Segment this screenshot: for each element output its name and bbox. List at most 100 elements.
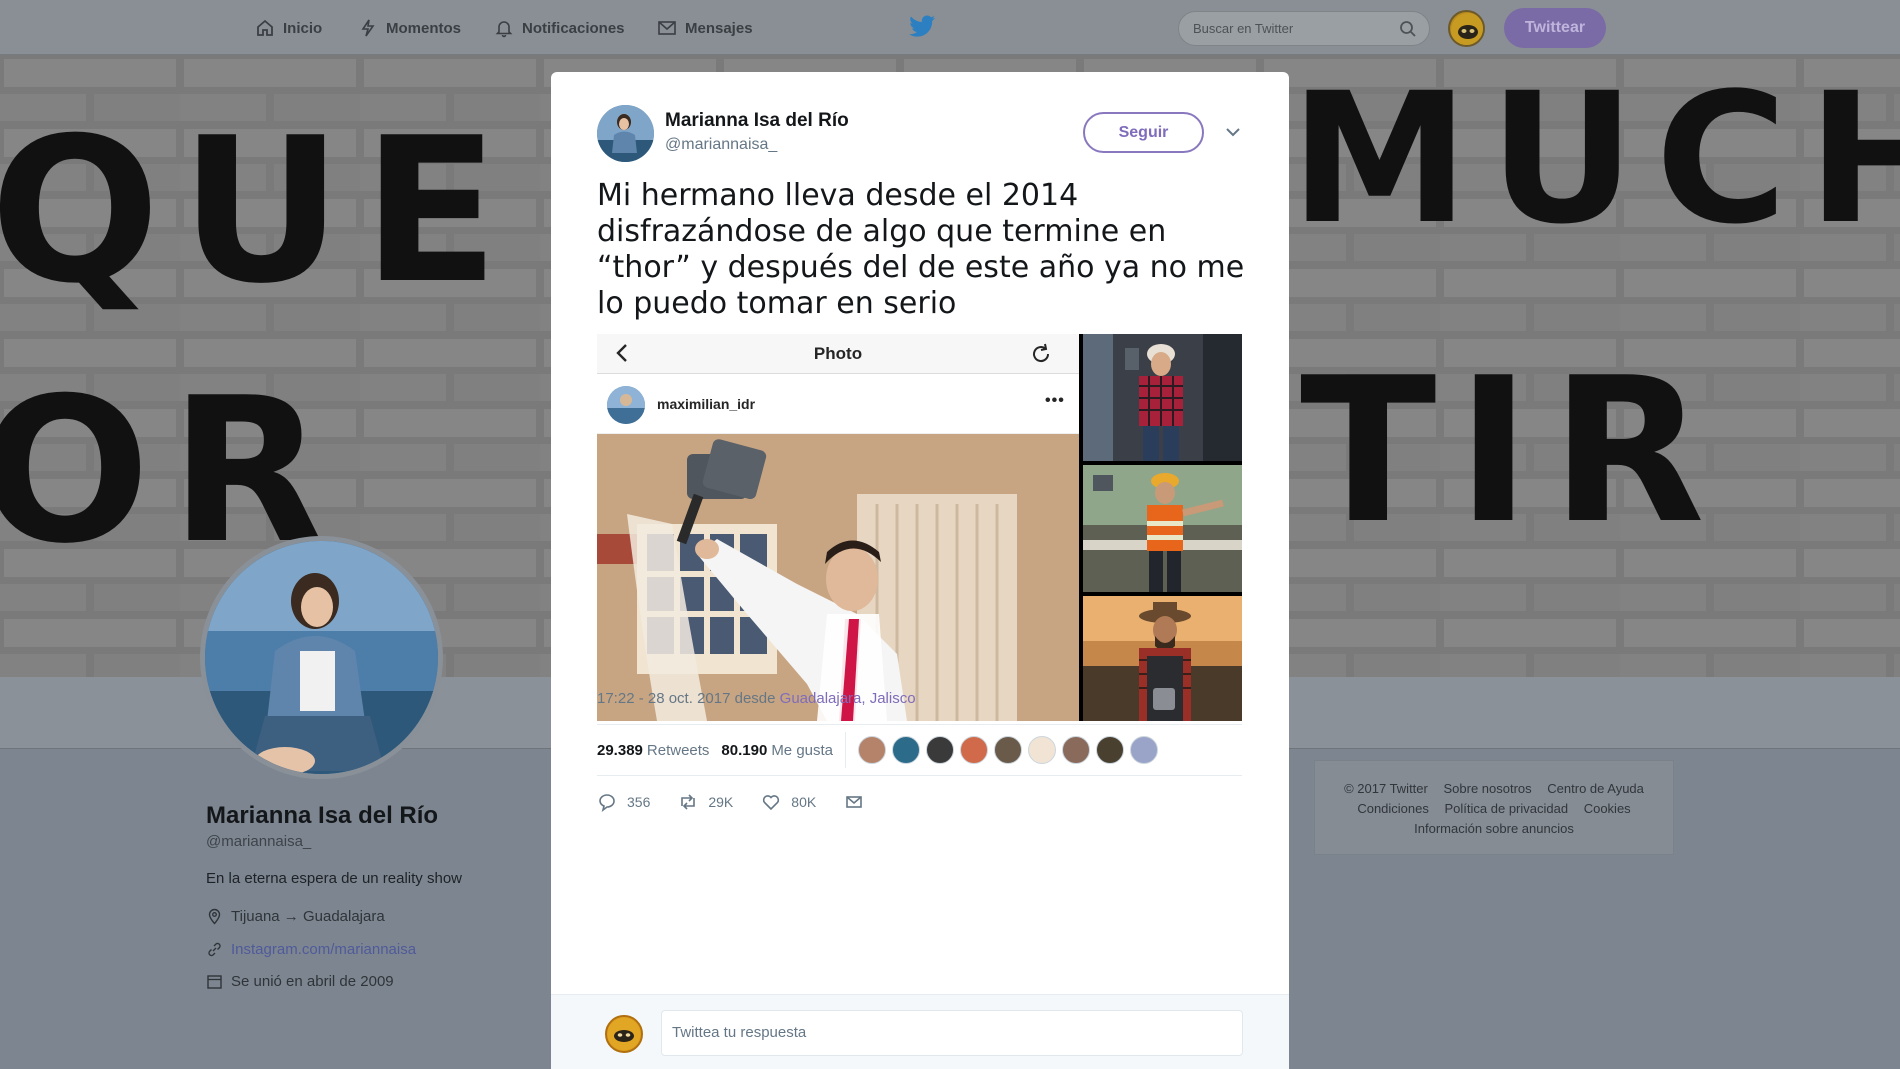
profile-handle: @mariannaisa_: [206, 833, 312, 850]
search-icon[interactable]: [1399, 20, 1417, 38]
media-thumb-lumberjack[interactable]: [1083, 334, 1242, 461]
footer-about-link[interactable]: Sobre nosotros: [1443, 781, 1531, 796]
profile-bio: En la eterna espera de un reality show: [206, 870, 462, 887]
media-user-avatar: [607, 386, 645, 424]
like-action-count: 80K: [791, 794, 817, 810]
tweet-location-link[interactable]: Guadalajara, Jalisco: [780, 690, 916, 707]
footer-cookies-link[interactable]: Cookies: [1584, 801, 1631, 816]
nav-notifications[interactable]: Notificaciones: [494, 17, 625, 39]
media-main-photo: [597, 434, 1079, 721]
home-icon: [257, 19, 273, 36]
twitter-bird-icon[interactable]: [908, 15, 936, 39]
nav-notifications-label: Notificaciones: [522, 19, 625, 37]
footer-help-link[interactable]: Centro de Ayuda: [1547, 781, 1644, 796]
liker-avatar[interactable]: [1062, 736, 1091, 764]
profile-joined-text: Se unió en abril de 2009: [231, 973, 394, 990]
reply-action[interactable]: 356: [597, 792, 650, 812]
link-icon: [208, 942, 221, 957]
retweet-icon: [681, 794, 696, 810]
tweet-time: 17:22 - 28 oct. 2017 desde: [597, 690, 776, 707]
banner-text-much: MUCH: [1290, 55, 1900, 264]
liker-avatar[interactable]: [858, 736, 887, 764]
top-nav: Inicio Momentos Notificaciones Mensajes …: [0, 0, 1900, 55]
like-count: 80.190: [721, 741, 768, 759]
divider: [597, 775, 1242, 776]
profile-avatar[interactable]: [200, 536, 443, 779]
tweet-author-name[interactable]: Marianna Isa del Río: [665, 110, 849, 132]
retweet-label: Retweets: [646, 741, 710, 759]
more-options-icon: •••: [1045, 392, 1065, 409]
liker-avatar[interactable]: [892, 736, 921, 764]
footer-row-3: Información sobre anuncios: [1315, 819, 1673, 839]
banner-text-que: QUE: [0, 95, 520, 328]
footer-privacy-link[interactable]: Política de privacidad: [1445, 801, 1569, 816]
profile-location-text: Tijuana → Guadalajara: [231, 908, 385, 925]
nav-moments-label: Momentos: [386, 19, 461, 37]
footer-links: © 2017 Twitter Sobre nosotros Centro de …: [1314, 760, 1674, 855]
liker-avatar[interactable]: [994, 736, 1023, 764]
profile-name[interactable]: Marianna Isa del Río: [206, 802, 438, 830]
liker-avatar[interactable]: [1130, 736, 1159, 764]
profile-link[interactable]: Instagram.com/mariannaisa: [206, 941, 416, 958]
tweet-modal: Marianna Isa del Río @mariannaisa_ Segui…: [551, 72, 1289, 1069]
search-box[interactable]: Buscar en Twitter: [1178, 11, 1430, 46]
thor-costume-photo: [597, 434, 1079, 721]
reply-icon: [599, 794, 615, 812]
tweet-author-handle[interactable]: @mariannaisa_: [665, 136, 777, 154]
retweet-action-count: 29K: [708, 794, 734, 810]
media-instagram-screenshot[interactable]: Photo maximilian_idr •••: [597, 334, 1079, 721]
calendar-icon: [207, 975, 222, 989]
nav-messages-label: Mensajes: [685, 19, 753, 37]
retweet-action[interactable]: 29K: [678, 792, 733, 812]
retweet-count: 29.389: [597, 741, 643, 759]
divider: [597, 724, 1242, 725]
nav-home[interactable]: Inicio: [255, 17, 322, 39]
direct-message-action[interactable]: [844, 792, 864, 812]
tweet-media[interactable]: Photo maximilian_idr •••: [597, 334, 1242, 721]
chevron-down-icon[interactable]: [1223, 122, 1243, 142]
liker-avatar[interactable]: [926, 736, 955, 764]
banner-text-tir: TIR: [1300, 335, 1725, 568]
tweet-button[interactable]: Twittear: [1504, 8, 1606, 48]
lightning-icon: [361, 19, 375, 37]
liker-avatar[interactable]: [1096, 736, 1125, 764]
like-stat[interactable]: 80.190 Me gusta: [721, 742, 833, 759]
avatar-image: [1451, 13, 1483, 45]
author-photo: [597, 105, 654, 162]
footer-ads-info-link[interactable]: Información sobre anuncios: [1414, 821, 1574, 836]
nav-moments[interactable]: Momentos: [358, 17, 461, 39]
nav-messages[interactable]: Mensajes: [657, 17, 753, 39]
tweet-stats: 29.389 Retweets 80.190 Me gusta: [597, 732, 1159, 768]
footer-copyright: © 2017 Twitter: [1344, 781, 1428, 796]
like-action[interactable]: 80K: [761, 792, 816, 812]
retweet-stat[interactable]: 29.389 Retweets: [597, 742, 709, 759]
media-user-row: maximilian_idr •••: [597, 374, 1079, 434]
envelope-icon: [846, 796, 863, 808]
profile-photo: [205, 541, 438, 774]
liker-avatar[interactable]: [1028, 736, 1057, 764]
reply-user-avatar: [605, 1015, 643, 1053]
media-thumb-construction[interactable]: [1083, 465, 1242, 592]
envelope-icon: [658, 21, 676, 35]
liker-avatar[interactable]: [960, 736, 989, 764]
like-label: Me gusta: [771, 741, 834, 759]
refresh-icon: [1033, 343, 1050, 363]
tweet-author-avatar[interactable]: [597, 105, 654, 162]
footer-row-2: Condiciones Política de privacidad Cooki…: [1315, 799, 1673, 819]
footer-row-1: © 2017 Twitter Sobre nosotros Centro de …: [1315, 779, 1673, 799]
reply-input[interactable]: Twittea tu respuesta: [661, 1010, 1243, 1056]
tweet-timestamp: 17:22 - 28 oct. 2017 desde Guadalajara, …: [597, 690, 916, 707]
media-username: maximilian_idr: [657, 396, 756, 412]
media-thumb-farmer[interactable]: [1083, 596, 1242, 721]
media-screen-title: Photo: [813, 344, 863, 363]
reply-area: Twittea tu respuesta: [551, 994, 1289, 1069]
location-pin-icon: [208, 908, 221, 925]
bell-icon: [495, 21, 513, 38]
footer-terms-link[interactable]: Condiciones: [1357, 801, 1429, 816]
profile-link-text[interactable]: Instagram.com/mariannaisa: [231, 941, 416, 958]
heart-icon: [763, 795, 780, 811]
search-input[interactable]: Buscar en Twitter: [1193, 21, 1293, 36]
tweet-actions: 356 29K 80K: [597, 782, 892, 822]
follow-button[interactable]: Seguir: [1083, 112, 1204, 153]
user-avatar[interactable]: [1448, 10, 1485, 47]
